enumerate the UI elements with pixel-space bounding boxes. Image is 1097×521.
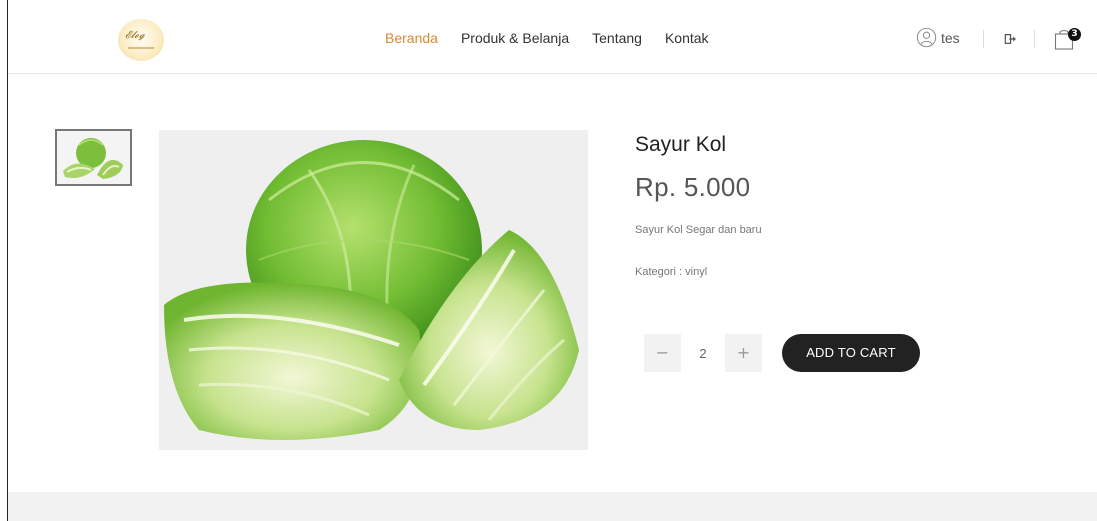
category-label: Kategori : [635,266,686,278]
cabbage-thumbnail-image [57,131,130,184]
main-nav: Beranda Produk & Belanja Tentang Kontak [385,30,732,46]
cabbage-image [159,130,588,450]
page-frame: 𝓔𝓵𝓮𝓰 Beranda Produk & Belanja Tentang Ko… [7,0,1097,521]
user-name: tes [941,29,960,46]
logo-underline [128,47,154,49]
site-header: 𝓔𝓵𝓮𝓰 Beranda Produk & Belanja Tentang Ko… [8,0,1097,74]
user-account-link[interactable]: tes [916,27,960,48]
product-price: Rp. 5.000 [635,172,751,202]
footer-band [8,492,1097,521]
logo-script-mark: 𝓔𝓵𝓮𝓰 [125,30,145,41]
header-divider [1034,30,1035,48]
logout-icon[interactable] [1004,32,1018,46]
product-main-image [159,130,588,450]
quantity-decrease-button[interactable]: − [644,334,681,372]
product-title: Sayur Kol [635,133,727,156]
category-value[interactable]: vinyl [685,266,707,278]
product-category: Kategori : vinyl [635,266,707,278]
nav-item-tentang[interactable]: Tentang [592,30,642,46]
product-thumbnail[interactable] [55,129,132,186]
quantity-input[interactable] [681,334,725,372]
site-logo[interactable]: 𝓔𝓵𝓮𝓰 [118,19,164,61]
nav-item-beranda[interactable]: Beranda [385,30,438,46]
quantity-stepper: − + [644,334,762,372]
cart-count-badge: 3 [1068,28,1081,41]
user-circle-icon [916,27,937,48]
product-description: Sayur Kol Segar dan baru [635,224,762,236]
add-to-cart-button[interactable]: ADD TO CART [782,334,920,372]
quantity-increase-button[interactable]: + [725,334,762,372]
header-divider [983,30,984,48]
nav-item-kontak[interactable]: Kontak [665,30,709,46]
nav-item-produk-belanja[interactable]: Produk & Belanja [461,30,569,46]
